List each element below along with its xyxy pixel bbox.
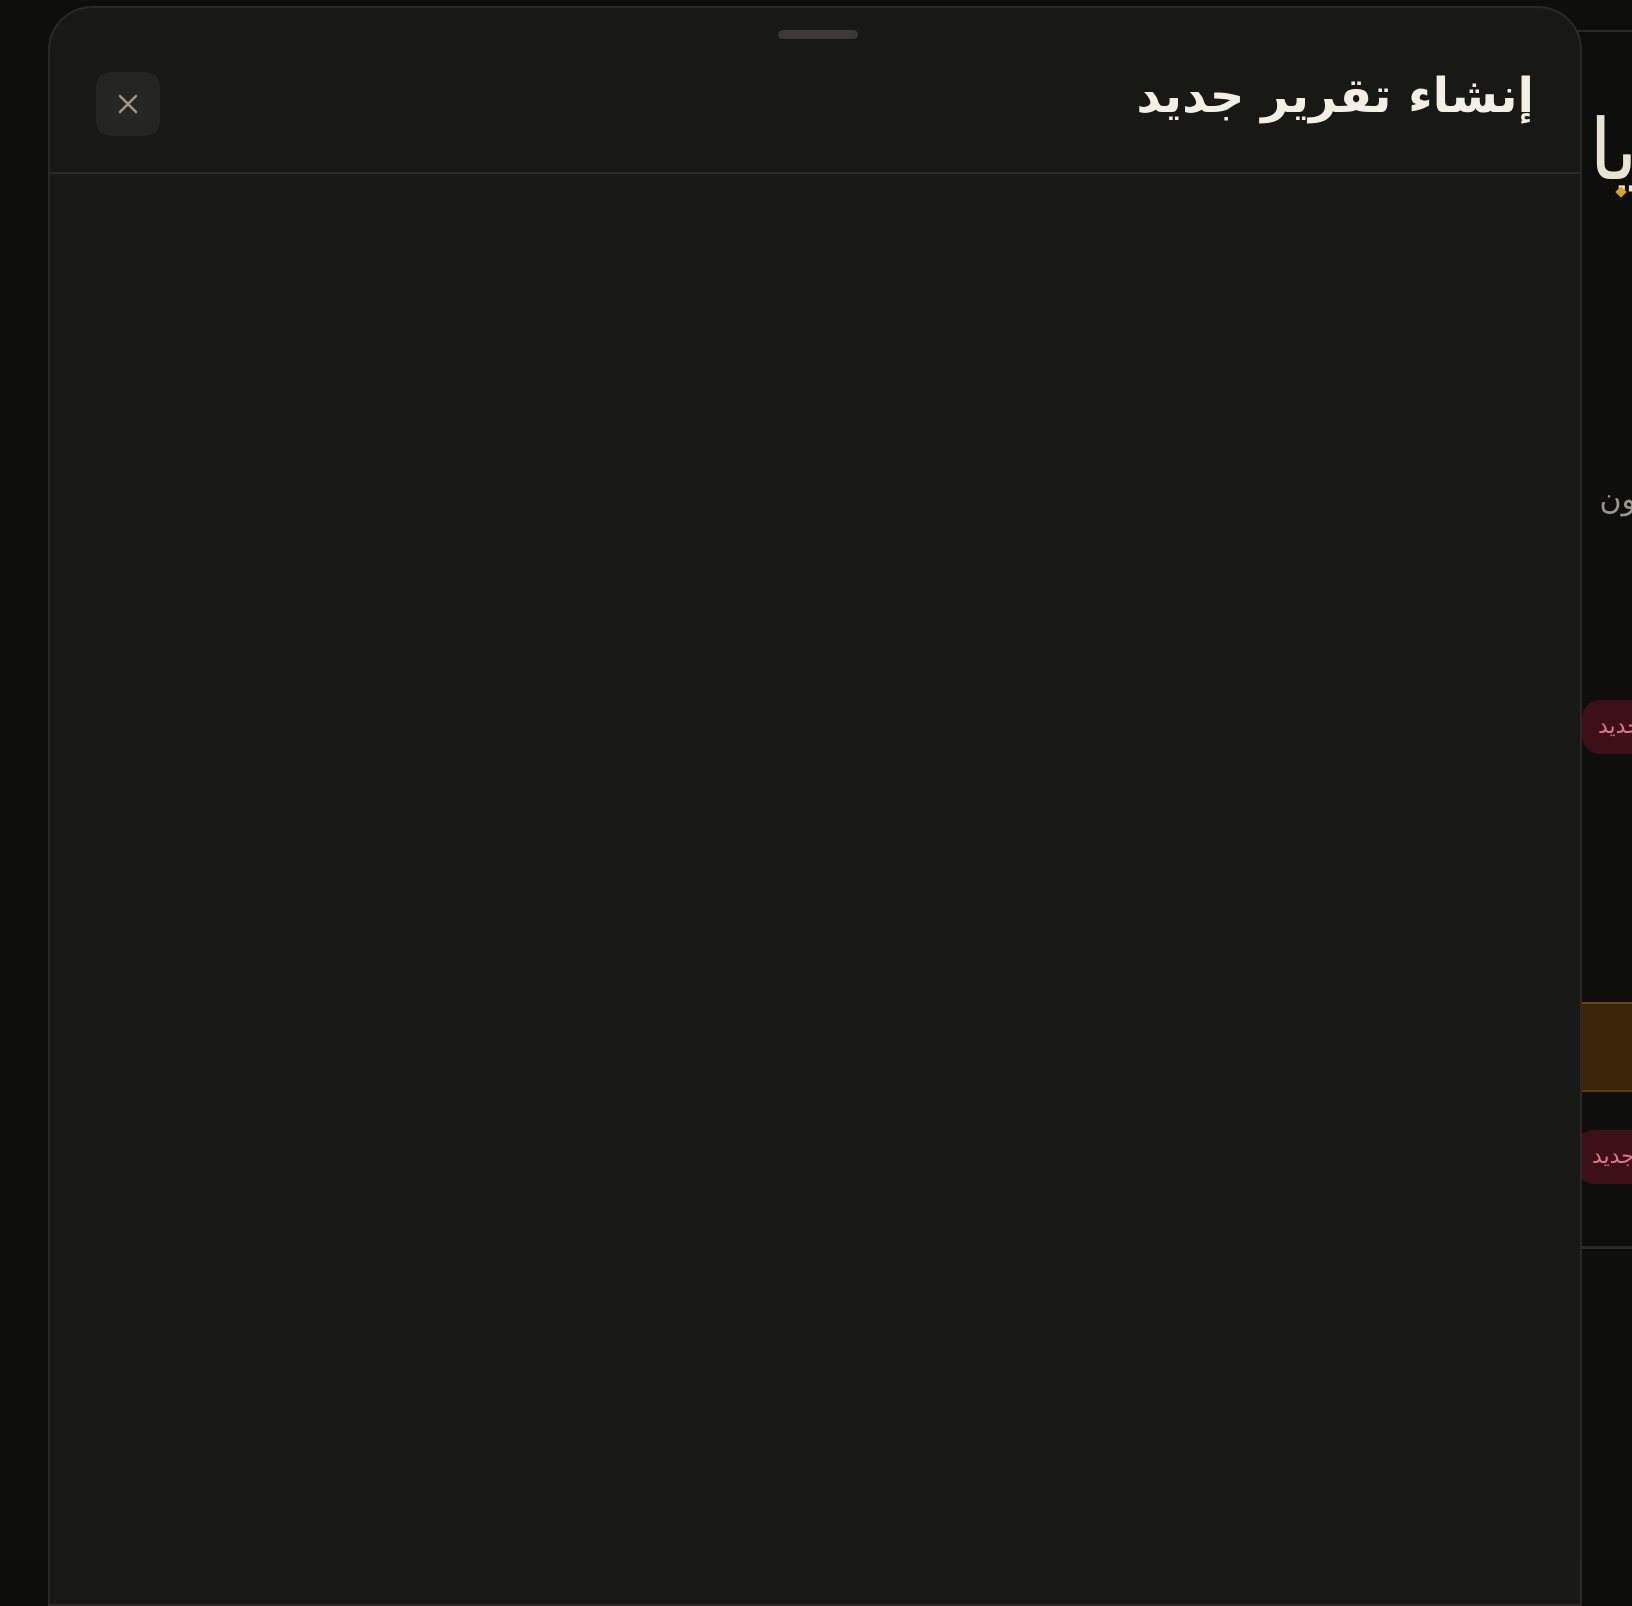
sheet-header: إنشاء تقرير جديد: [50, 8, 1580, 174]
create-report-sheet: إنشاء تقرير جديد: [48, 6, 1582, 1606]
background-divider: [1578, 1246, 1632, 1249]
background-highlight-row: [1578, 1002, 1632, 1092]
background-brand-logo: يا: [1589, 101, 1632, 199]
close-button[interactable]: [96, 72, 160, 136]
close-icon: [117, 93, 139, 115]
background-new-badge: جديد: [1576, 1130, 1632, 1184]
sheet-body: [50, 174, 1580, 1604]
background-text: ون: [1599, 482, 1632, 517]
background-new-badge: جديد: [1582, 700, 1632, 754]
sheet-title: إنشاء تقرير جديد: [1136, 68, 1534, 124]
